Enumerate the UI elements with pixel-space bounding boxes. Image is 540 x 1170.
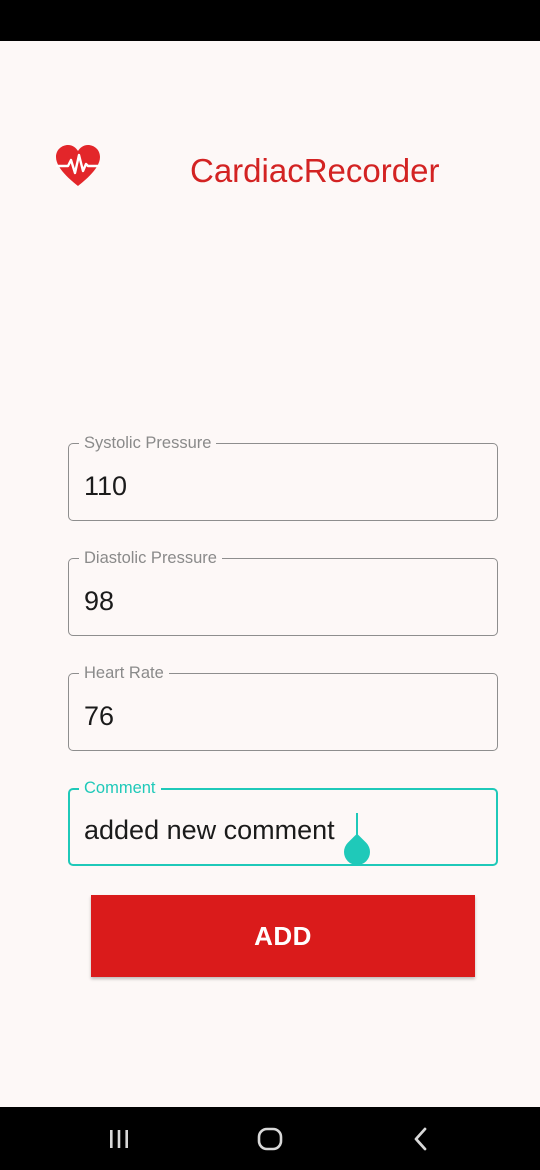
heart-rate-field[interactable]: Heart Rate 76 xyxy=(68,663,498,751)
heart-rate-label: Heart Rate xyxy=(79,663,169,683)
app-header: CardiacRecorder xyxy=(0,130,540,210)
diastolic-pressure-value[interactable]: 98 xyxy=(84,585,114,617)
recent-apps-icon[interactable] xyxy=(103,1123,135,1155)
add-button[interactable]: ADD xyxy=(91,895,475,977)
cursor-handle[interactable] xyxy=(338,833,376,871)
heart-rate-value[interactable]: 76 xyxy=(84,700,114,732)
comment-field[interactable]: Comment added new comment xyxy=(68,778,498,871)
app-title: CardiacRecorder xyxy=(190,152,440,189)
status-bar xyxy=(0,0,540,41)
navigation-bar xyxy=(0,1107,540,1170)
diastolic-pressure-field[interactable]: Diastolic Pressure 98 xyxy=(68,548,498,636)
comment-label: Comment xyxy=(79,778,161,798)
diastolic-pressure-label: Diastolic Pressure xyxy=(79,548,222,568)
comment-value[interactable]: added new comment xyxy=(84,814,335,846)
systolic-pressure-field[interactable]: Systolic Pressure 110 xyxy=(68,433,498,521)
heart-pulse-icon xyxy=(55,145,101,186)
back-icon[interactable] xyxy=(405,1123,437,1155)
systolic-pressure-value[interactable]: 110 xyxy=(84,470,127,502)
home-icon[interactable] xyxy=(254,1123,286,1155)
systolic-pressure-label: Systolic Pressure xyxy=(79,433,217,453)
